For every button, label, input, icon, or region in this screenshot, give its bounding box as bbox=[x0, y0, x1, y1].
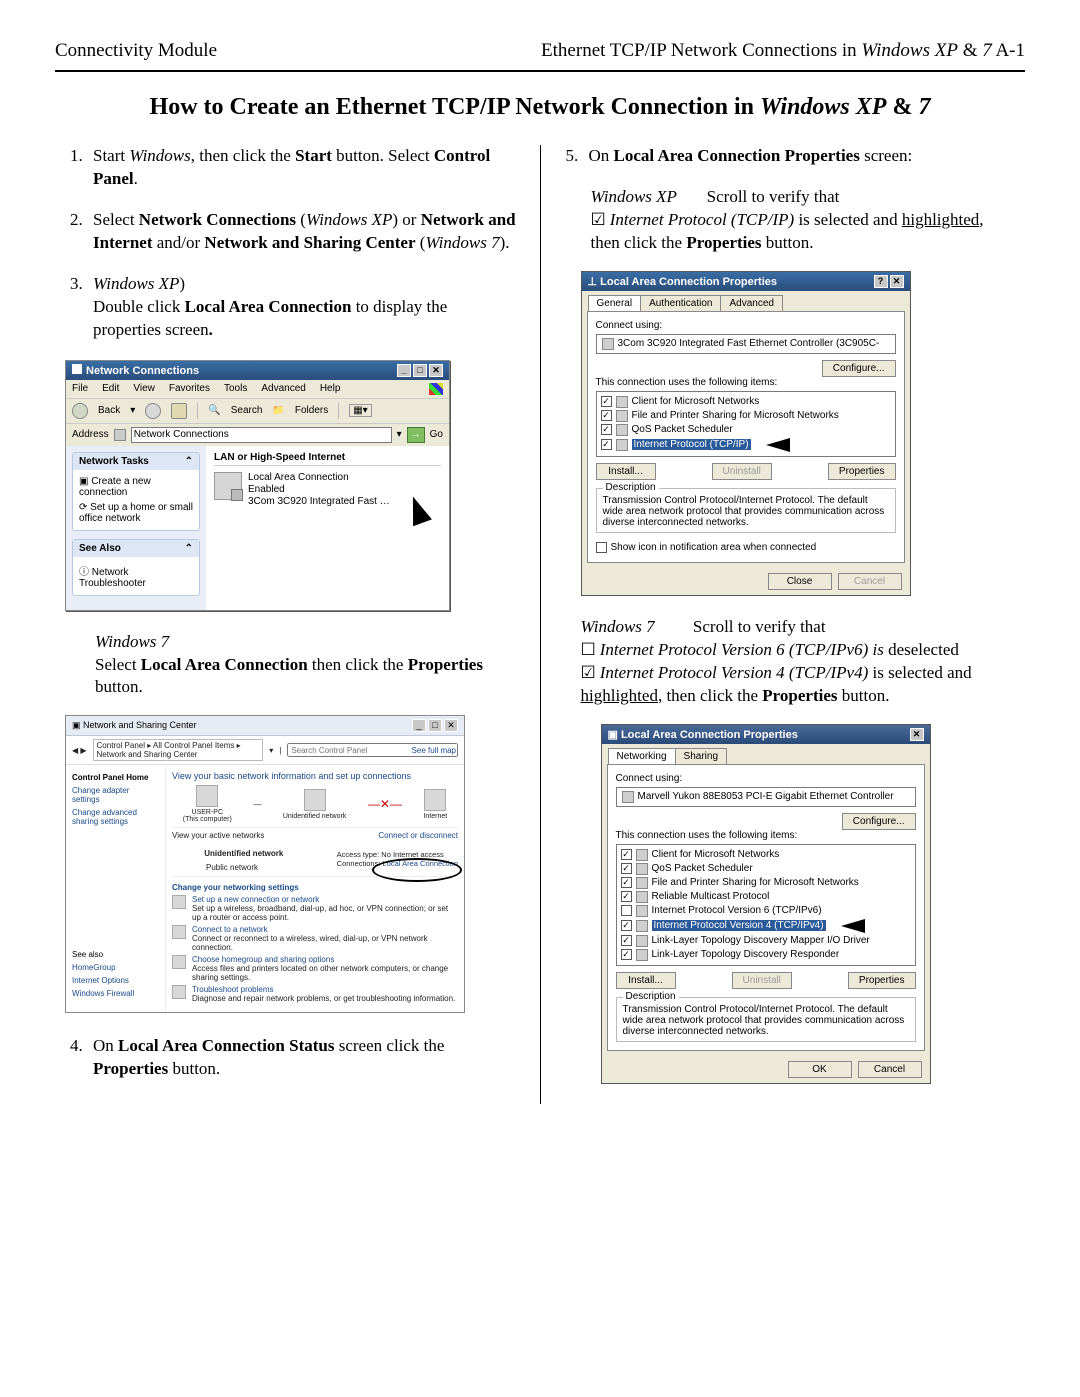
header-right: Ethernet TCP/IP Network Connections in W… bbox=[541, 40, 1025, 62]
toolbar[interactable]: Back▾ 🔍Search 📁Folders ▦▾ bbox=[66, 398, 449, 423]
tab-advanced[interactable]: Advanced bbox=[720, 295, 782, 311]
close-button[interactable]: ✕ bbox=[890, 275, 904, 288]
windows-flag-icon bbox=[429, 383, 443, 395]
page-header: Connectivity Module Ethernet TCP/IP Netw… bbox=[55, 40, 1025, 72]
uninstall-button[interactable]: Uninstall bbox=[732, 972, 792, 989]
nic-field: 3Com 3C920 Integrated Fast Ethernet Cont… bbox=[596, 334, 896, 354]
fwd-icon[interactable] bbox=[145, 403, 161, 419]
tcp-ip-item[interactable]: ✓Internet Protocol (TCP/IP) bbox=[601, 437, 891, 453]
step-5-win7: Windows 7 Scroll to verify that Internet… bbox=[581, 616, 1016, 708]
minimize-button[interactable]: _ bbox=[397, 364, 411, 377]
left-column: Start Windows, then click the Start butt… bbox=[55, 145, 541, 1104]
cancel-button[interactable]: Cancel bbox=[858, 1061, 922, 1078]
globe-icon bbox=[424, 789, 446, 811]
opt-homegroup[interactable]: Choose homegroup and sharing optionsAcce… bbox=[172, 955, 458, 982]
side-panel: Network Tasks⌃ ▣ Create a new connection… bbox=[66, 446, 206, 610]
checkbox-icon bbox=[591, 210, 610, 229]
network-icon bbox=[304, 789, 326, 811]
connections-list: LAN or High-Speed Internet Local Area Co… bbox=[206, 446, 449, 610]
page-title: How to Create an Ethernet TCP/IP Network… bbox=[55, 94, 1025, 121]
opt-connect-network[interactable]: Connect to a networkConnect or reconnect… bbox=[172, 925, 458, 952]
items-list[interactable]: ✓Client for Microsoft Networks ✓File and… bbox=[596, 391, 896, 457]
step-3: Windows XP) Double click Local Area Conn… bbox=[87, 273, 520, 342]
task-create-connection[interactable]: ▣ Create a new connection bbox=[79, 474, 193, 500]
close-button[interactable]: ✕ bbox=[429, 364, 443, 377]
views-icon[interactable]: ▦▾ bbox=[349, 404, 371, 417]
checked-icon bbox=[581, 663, 600, 682]
up-icon[interactable] bbox=[171, 403, 187, 419]
close-button[interactable]: ✕ bbox=[444, 719, 458, 732]
header-left: Connectivity Module bbox=[55, 40, 217, 62]
annotation-arrow-icon bbox=[834, 919, 865, 933]
lan-properties-win7-dialog: ▣ Local Area Connection Properties ✕ Net… bbox=[601, 724, 931, 1084]
properties-button[interactable]: Properties bbox=[828, 463, 896, 480]
unchecked-icon bbox=[581, 640, 600, 659]
install-button[interactable]: Install... bbox=[616, 972, 676, 989]
nic-field: Marvell Yukon 88E8053 PCI-E Gigabit Ethe… bbox=[616, 787, 916, 807]
window-titlebar[interactable]: ▣ Network and Sharing Center _□✕ bbox=[66, 716, 464, 736]
configure-button[interactable]: Configure... bbox=[822, 360, 896, 377]
address-bar[interactable]: Address ▾ → Go bbox=[66, 423, 449, 446]
dialog-titlebar[interactable]: ⊥ Local Area Connection Properties ?✕ bbox=[582, 272, 910, 291]
tab-authentication[interactable]: Authentication bbox=[640, 295, 721, 311]
main-content: View your basic network information and … bbox=[166, 765, 464, 1012]
step-5-xp: Windows XP Scroll to verify that Interne… bbox=[591, 186, 1016, 255]
configure-button[interactable]: Configure... bbox=[842, 813, 916, 830]
step-3-win7: Windows 7 Select Local Area Connection t… bbox=[95, 631, 520, 700]
annotation-circle bbox=[372, 858, 462, 882]
left-nav: Control Panel Home Change adapter settin… bbox=[66, 765, 166, 1012]
help-button[interactable]: ? bbox=[874, 275, 888, 288]
step-2: Select Network Connections (Windows XP) … bbox=[87, 209, 520, 255]
maximize-button[interactable]: □ bbox=[428, 719, 442, 732]
annotation-arrow-icon bbox=[759, 438, 790, 452]
tab-networking[interactable]: Networking bbox=[608, 748, 676, 764]
back-icon[interactable] bbox=[72, 403, 88, 419]
close-button[interactable]: Close bbox=[768, 573, 832, 590]
go-button[interactable]: → bbox=[407, 427, 425, 443]
items-list[interactable]: ✓Client for Microsoft Networks ✓QoS Pack… bbox=[616, 844, 916, 966]
lan-properties-xp-dialog: ⊥ Local Area Connection Properties ?✕ Ge… bbox=[581, 271, 911, 596]
breadcrumb[interactable]: ◀ ▶Control Panel ▸ All Control Panel Ite… bbox=[66, 736, 464, 765]
network-connections-window: Network Connections _ □ ✕ File Edit View… bbox=[65, 360, 450, 611]
ok-button[interactable]: OK bbox=[788, 1061, 852, 1078]
ipv6-item[interactable]: Internet Protocol Version 6 (TCP/IPv6) bbox=[621, 904, 911, 918]
close-button[interactable]: ✕ bbox=[910, 728, 924, 741]
ipv4-item[interactable]: ✓Internet Protocol Version 4 (TCP/IPv4) bbox=[621, 918, 911, 934]
link-troubleshooter[interactable]: ⓘ Network Troubleshooter bbox=[79, 561, 193, 591]
collapse-icon[interactable]: ⌃ bbox=[185, 543, 193, 554]
cancel-button[interactable]: Cancel bbox=[838, 573, 902, 590]
step-1: Start Windows, then click the Start butt… bbox=[87, 145, 520, 191]
minimize-button[interactable]: _ bbox=[412, 719, 426, 732]
tab-general[interactable]: General bbox=[588, 295, 642, 311]
install-button[interactable]: Install... bbox=[596, 463, 656, 480]
link-sharing-settings[interactable]: Change advanced sharing settings bbox=[72, 806, 159, 828]
maximize-button[interactable]: □ bbox=[413, 364, 427, 377]
adapter-icon bbox=[622, 791, 634, 803]
local-area-connection-item[interactable]: Local Area Connection Enabled 3Com 3C920… bbox=[214, 470, 441, 510]
pc-icon bbox=[196, 785, 218, 807]
show-icon-checkbox[interactable]: Show icon in notification area when conn… bbox=[596, 541, 896, 554]
collapse-icon[interactable]: ⌃ bbox=[185, 456, 193, 467]
network-sharing-center-window: ▣ Network and Sharing Center _□✕ ◀ ▶Cont… bbox=[65, 715, 465, 1013]
opt-troubleshoot[interactable]: Troubleshoot problemsDiagnose and repair… bbox=[172, 985, 458, 1003]
opt-new-connection[interactable]: Set up a new connection or networkSet up… bbox=[172, 895, 458, 922]
step-5: On Local Area Connection Properties scre… bbox=[583, 145, 1016, 168]
dialog-titlebar[interactable]: ▣ Local Area Connection Properties ✕ bbox=[602, 725, 930, 744]
description-group: Description Transmission Control Protoco… bbox=[596, 488, 896, 533]
bench-icon bbox=[184, 845, 202, 863]
task-setup-network[interactable]: ⟳ Set up a home or small office network bbox=[79, 500, 193, 526]
address-input[interactable] bbox=[131, 427, 392, 443]
right-column: On Local Area Connection Properties scre… bbox=[541, 145, 1026, 1104]
properties-button[interactable]: Properties bbox=[848, 972, 916, 989]
step-4: On Local Area Connection Status screen c… bbox=[87, 1035, 520, 1081]
uninstall-button[interactable]: Uninstall bbox=[712, 463, 772, 480]
link-adapter-settings[interactable]: Change adapter settings bbox=[72, 784, 159, 806]
folder-icon bbox=[114, 429, 126, 441]
menu-bar[interactable]: File Edit View Favorites Tools Advanced … bbox=[66, 380, 449, 398]
window-titlebar[interactable]: Network Connections _ □ ✕ bbox=[66, 361, 449, 380]
adapter-icon bbox=[602, 338, 614, 350]
description-group: Description Transmission Control Protoco… bbox=[616, 997, 916, 1042]
tab-sharing[interactable]: Sharing bbox=[675, 748, 727, 764]
network-adapter-icon bbox=[214, 472, 242, 500]
